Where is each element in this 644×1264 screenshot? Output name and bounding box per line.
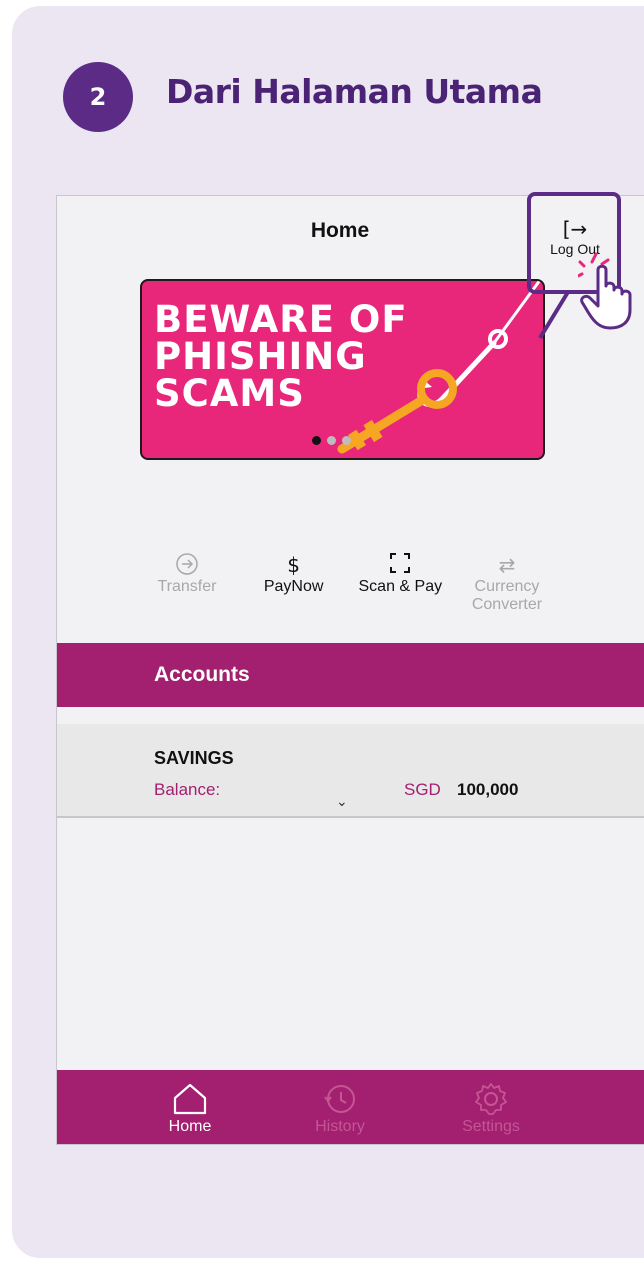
- phone-screen: Home [→ Log Out BEWARE OF PHISHING SCAMS: [56, 195, 644, 1145]
- balance-currency: SGD: [404, 780, 441, 799]
- tap-hand-icon: [578, 252, 632, 330]
- chevron-down-icon[interactable]: ⌄: [336, 794, 348, 810]
- history-icon: [324, 1085, 355, 1113]
- scan-icon: [350, 552, 450, 578]
- transfer-icon: [137, 552, 237, 578]
- carousel-dot-active[interactable]: [312, 436, 321, 445]
- swap-icon: ⇄: [498, 553, 516, 577]
- scan-and-pay-button[interactable]: Scan & Pay: [350, 552, 450, 614]
- tab-settings-label: Settings: [462, 1118, 520, 1135]
- banner-line: SCAMS: [154, 372, 305, 415]
- tab-home[interactable]: Home: [140, 1082, 240, 1136]
- bottom-tab-bar: Home History Settings: [57, 1070, 644, 1144]
- tab-settings[interactable]: Settings: [441, 1082, 541, 1136]
- account-name: SAVINGS: [154, 748, 234, 768]
- home-icon: [173, 1083, 207, 1115]
- dollar-icon: $: [287, 553, 301, 577]
- carousel-dot[interactable]: [327, 436, 336, 445]
- step-title: Dari Halaman Utama: [166, 72, 543, 111]
- tab-history-label: History: [315, 1118, 365, 1135]
- balance-label: Balance:: [154, 780, 221, 799]
- transfer-button[interactable]: Transfer: [137, 552, 237, 614]
- banner-line: BEWARE OF: [154, 298, 408, 341]
- quick-actions: Transfer $ PayNow Scan & Pay ⇄ Currency …: [137, 552, 557, 614]
- tab-history[interactable]: History: [290, 1082, 390, 1136]
- carousel-dot[interactable]: [342, 436, 351, 445]
- banner-line: PHISHING: [154, 335, 367, 378]
- phishing-banner[interactable]: BEWARE OF PHISHING SCAMS: [140, 279, 545, 460]
- accounts-heading: Accounts: [154, 663, 250, 686]
- tab-home-label: Home: [168, 1118, 212, 1135]
- banner-headline: BEWARE OF PHISHING SCAMS: [154, 301, 408, 412]
- currency-converter-button[interactable]: ⇄ Currency Converter: [457, 552, 557, 614]
- settings-icon: [475, 1083, 507, 1115]
- carousel-dots: [312, 436, 351, 445]
- balance-amount: 100,000: [457, 780, 519, 799]
- account-card[interactable]: SAVINGS Balance: SGD 100,000 ⌄: [57, 724, 644, 818]
- scan-and-pay-label: Scan & Pay: [358, 578, 443, 595]
- transfer-label: Transfer: [157, 578, 217, 595]
- step-number-badge: 2: [63, 62, 133, 132]
- paynow-label: PayNow: [263, 578, 324, 595]
- accounts-header: Accounts: [57, 643, 644, 707]
- currency-converter-label: Currency Converter: [471, 578, 543, 613]
- paynow-button[interactable]: $ PayNow: [244, 552, 344, 614]
